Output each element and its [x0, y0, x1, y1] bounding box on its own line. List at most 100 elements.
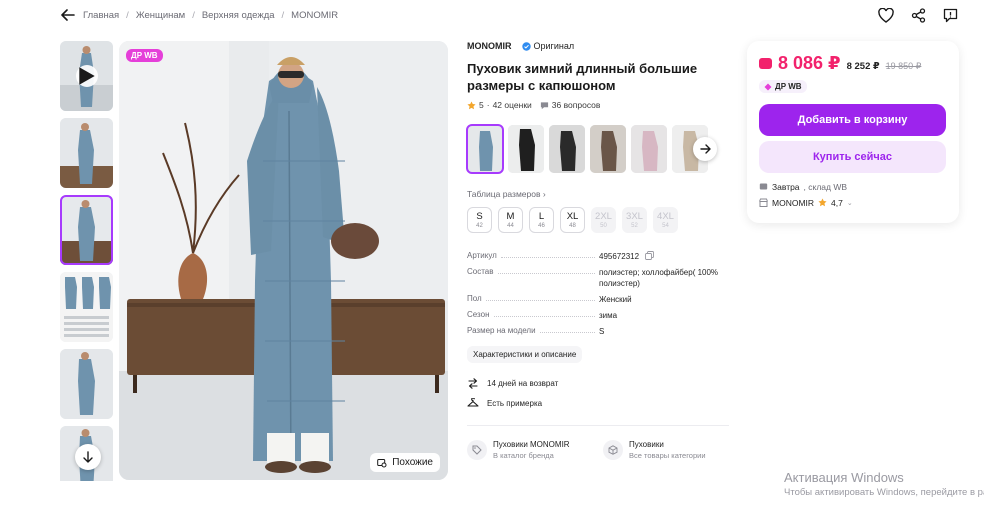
dp-wb-badge: ДР WB	[126, 49, 163, 62]
breadcrumb-item-home[interactable]: Главная	[83, 10, 119, 21]
category-link[interactable]: Пуховики Все товары категории	[603, 439, 731, 461]
size-option-unavailable[interactable]: 3XL 52	[622, 207, 647, 233]
size-option-unavailable[interactable]: 4XL 54	[653, 207, 678, 233]
category-title: Пуховики MONOMIR	[493, 440, 570, 449]
brand-link[interactable]: MONOMIR	[467, 41, 512, 51]
characteristics-button[interactable]: Характеристики и описание	[467, 346, 583, 363]
star-icon	[818, 198, 827, 207]
thumbnail-image[interactable]	[60, 349, 113, 419]
rating[interactable]: 5 · 42 оценки	[467, 100, 532, 110]
questions-count: 36 вопросов	[551, 100, 601, 110]
thumbnails-scroll-down-button[interactable]	[75, 444, 101, 470]
chat-icon	[540, 101, 548, 109]
seller-rating: 4,7	[831, 197, 843, 208]
fitting-info: Есть примерка	[467, 398, 542, 408]
arrow-right-icon	[699, 144, 711, 154]
seller-name: MONOMIR	[772, 197, 815, 208]
size-selector: S 42 M 44 L 46 XL 48 2XL 50 3XL 52 4XL 54	[467, 207, 678, 233]
watermark-subtitle: Чтобы активировать Windows, перейдите в …	[784, 487, 984, 498]
size-option[interactable]: L 46	[529, 207, 554, 233]
spec-value: полиэстер; холлофайбер( 100% полиэстер)	[599, 268, 719, 288]
divider	[467, 425, 729, 426]
chevron-down-icon[interactable]: ⌄	[847, 199, 853, 207]
size-number: 52	[631, 223, 638, 229]
brand-catalog-link[interactable]: Пуховики MONOMIR В каталог бренда	[467, 439, 595, 461]
thumbnail-size-chart[interactable]	[60, 272, 113, 342]
size-option[interactable]: S 42	[467, 207, 492, 233]
colors-next-button[interactable]	[693, 137, 717, 161]
return-icon	[468, 378, 478, 389]
spec-row: Артикул 495672312	[467, 251, 729, 262]
size-option[interactable]: M 44	[498, 207, 523, 233]
main-product-image[interactable]: ДР WB Похожие	[119, 41, 448, 480]
image-search-icon	[377, 458, 387, 467]
heart-icon[interactable]	[876, 5, 896, 25]
return-text: 14 дней на возврат	[487, 379, 559, 388]
rating-value: 5	[479, 100, 484, 110]
spec-row: Сезон зима	[467, 310, 729, 321]
wallet-icon	[759, 58, 772, 69]
shop-icon	[759, 198, 768, 207]
size-option[interactable]: XL 48	[560, 207, 585, 233]
spec-value: Женский	[599, 295, 632, 304]
spec-row: Состав полиэстер; холлофайбер( 100% поли…	[467, 267, 729, 289]
top-actions	[876, 5, 960, 25]
cube-icon	[603, 440, 623, 460]
color-variants	[466, 124, 708, 174]
spec-value: S	[599, 327, 605, 336]
price-crossed: 19 850 ₽	[885, 61, 922, 71]
verified-icon	[521, 41, 531, 51]
breadcrumb-item-women[interactable]: Женщинам	[136, 10, 185, 21]
thumbnail-video[interactable]	[60, 41, 113, 111]
breadcrumb-separator: /	[192, 9, 195, 21]
breadcrumb-separator: /	[281, 9, 285, 21]
fitting-text: Есть примерка	[487, 398, 543, 408]
thumbnail-image[interactable]	[60, 118, 113, 188]
price-regular: 8 252 ₽	[846, 61, 880, 72]
delivery-info: Завтра, склад WB	[759, 182, 947, 192]
color-variant-black[interactable]	[508, 125, 544, 173]
delivery-day: Завтра	[772, 181, 800, 192]
share-icon[interactable]	[908, 5, 928, 25]
seller-info[interactable]: MONOMIR 4,7 ⌄	[759, 198, 947, 208]
spec-key: Артикул	[467, 251, 497, 260]
size-table-link[interactable]: Таблица размеров ›	[467, 189, 546, 199]
comment-icon[interactable]	[940, 5, 960, 25]
reviews-count: 42 оценки	[492, 100, 532, 110]
spec-key: Состав	[467, 267, 494, 276]
tag-icon	[467, 440, 487, 460]
similar-button[interactable]: Похожие	[370, 453, 440, 472]
breadcrumb-separator: /	[126, 9, 129, 21]
dp-wb-badge: ДР WB	[759, 80, 807, 93]
category-links: Пуховики MONOMIR В каталог бренда Пуховик…	[467, 439, 731, 461]
size-option-unavailable[interactable]: 2XL 50	[591, 207, 616, 233]
size-label: S	[476, 211, 483, 222]
return-info: 14 дней на возврат	[467, 378, 558, 389]
breadcrumb-item-outerwear[interactable]: Верхняя одежда	[202, 10, 275, 21]
buy-card: 8 086 ₽ 8 252 ₽ 19 850 ₽ ДР WB Добавить …	[747, 41, 959, 223]
similar-label: Похожие	[392, 457, 433, 468]
color-variant-pink[interactable]	[631, 125, 667, 173]
color-variant-blue[interactable]	[466, 124, 504, 174]
size-label: L	[538, 211, 545, 222]
windows-activation-watermark: Активация Windows Чтобы активировать Win…	[784, 470, 984, 498]
color-variant-black-2[interactable]	[549, 125, 585, 173]
add-to-cart-button[interactable]: Добавить в корзину	[759, 103, 946, 136]
buy-now-button[interactable]: Купить сейчас	[759, 140, 946, 173]
questions-link[interactable]: 36 вопросов	[540, 100, 601, 110]
delivery-warehouse: , склад WB	[803, 181, 848, 192]
color-variant-brown[interactable]	[590, 125, 626, 173]
size-number: 42	[476, 223, 483, 229]
play-icon[interactable]	[75, 65, 98, 87]
size-label: M	[506, 211, 515, 222]
spec-key: Пол	[467, 294, 482, 303]
size-label: 3XL	[626, 211, 643, 222]
breadcrumb-item-brand[interactable]: MONOMIR	[291, 10, 338, 21]
spec-key: Сезон	[467, 310, 490, 319]
back-arrow-icon[interactable]	[60, 7, 76, 23]
spec-value-article: 495672312	[599, 252, 640, 261]
chevron-right-icon: ›	[542, 189, 546, 199]
category-subtitle: В каталог бренда	[493, 451, 554, 460]
thumbnail-image-selected[interactable]	[60, 195, 113, 265]
copy-icon[interactable]	[645, 251, 655, 260]
